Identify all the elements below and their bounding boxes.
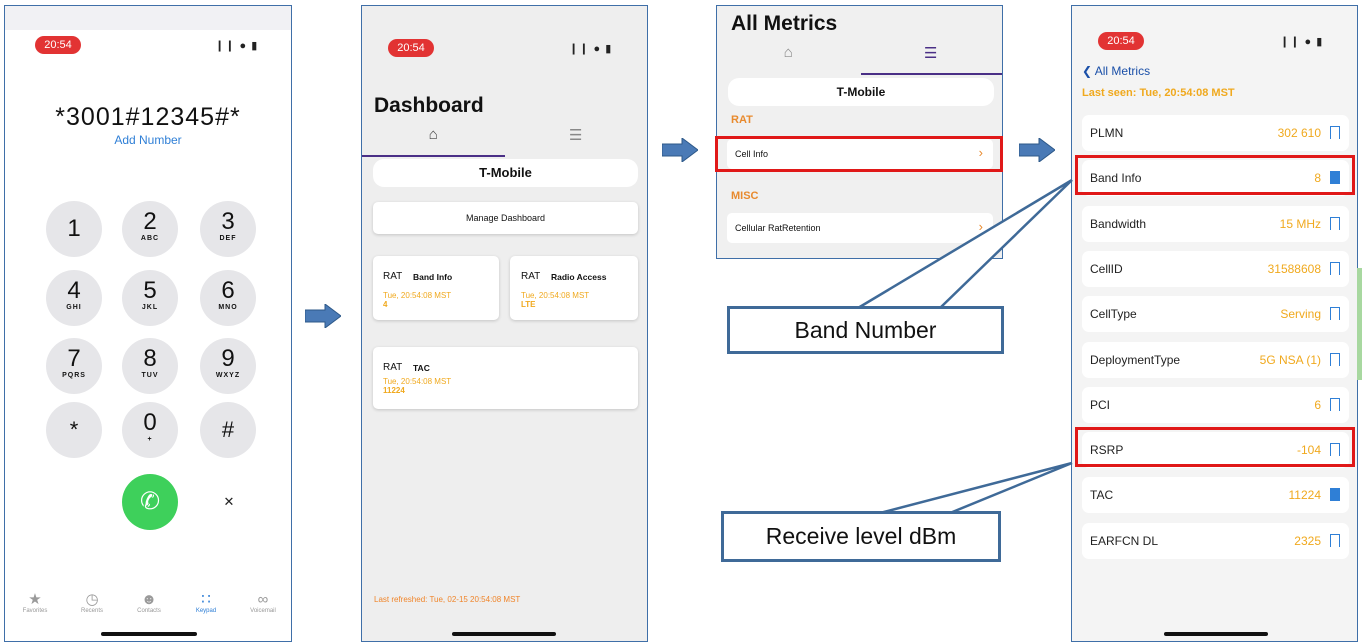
callout-leaders (853, 178, 1073, 515)
stage: 20:54 ❙❙ ● ▮ *3001#12345#* Add Number 1 … (0, 0, 1362, 642)
callout-band-number: Band Number (727, 306, 1004, 354)
callout-receive-level: Receive level dBm (721, 511, 1001, 562)
